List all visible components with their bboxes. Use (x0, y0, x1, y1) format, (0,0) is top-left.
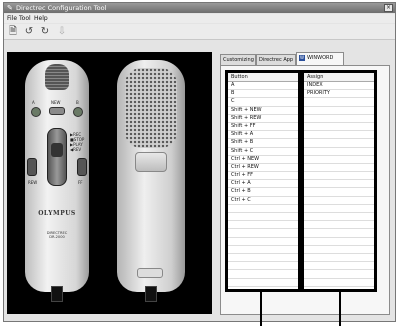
button-new-label: NEW (51, 100, 61, 105)
button-empty-row (228, 213, 298, 222)
menu-bar: File Tool Help (4, 14, 395, 23)
new-document-icon[interactable]: 🗎 (7, 26, 19, 38)
assign-row[interactable] (304, 107, 374, 115)
speaker-grille (125, 68, 177, 148)
usb-connector (51, 286, 63, 302)
button-empty-row (228, 279, 298, 287)
assign-row[interactable] (304, 164, 374, 173)
word-icon: W (299, 54, 305, 61)
download-icon[interactable]: ⇩ (56, 26, 68, 38)
device-button-new (49, 107, 65, 115)
assign-row[interactable] (304, 172, 374, 181)
menu-help[interactable]: Help (34, 15, 48, 22)
usb-connector-back (145, 286, 157, 302)
button-row[interactable]: C (228, 98, 298, 107)
button-row[interactable]: Ctrl + C (228, 197, 298, 205)
menu-tool[interactable]: Tool (19, 15, 31, 22)
close-button[interactable]: × (384, 4, 393, 12)
recorder-front-image: A NEW B ▶REC ■STOP ▶PLAY ◀REV REW FF OLY… (25, 60, 89, 302)
button-row[interactable]: Shift + FF (228, 123, 298, 132)
assign-empty-row (304, 213, 374, 222)
button-empty-row (228, 238, 298, 246)
assign-list[interactable]: Assign INDEX PRIORITY (301, 70, 377, 292)
button-row[interactable]: Shift + B (228, 139, 298, 148)
button-row[interactable]: Ctrl + A (228, 180, 298, 189)
device-button-rew (27, 158, 37, 176)
slide-switch (47, 128, 67, 186)
button-empty-row (228, 221, 298, 230)
app-icon: ✎ (7, 4, 13, 12)
tab-directrec-app[interactable]: Directrec App (256, 54, 296, 65)
assign-row[interactable] (304, 148, 374, 156)
button-row[interactable]: B (228, 90, 298, 99)
assign-row[interactable] (304, 139, 374, 148)
model-name: DIRECTREC DR-2000 (46, 231, 68, 240)
assign-empty-row (304, 279, 374, 287)
tab-winword[interactable]: W WINWORD (296, 52, 344, 65)
assign-empty-row (304, 270, 374, 279)
assign-row[interactable] (304, 156, 374, 164)
microphone-grille (45, 64, 69, 90)
assign-empty-row (304, 229, 374, 238)
callout-line-button (260, 292, 262, 326)
toolbar: 🗎 ↺ ↻ ⇩ (4, 24, 395, 40)
assign-empty-row (304, 246, 374, 254)
battery-cover (137, 268, 163, 278)
button-b-label: B (76, 100, 79, 105)
assign-row[interactable] (304, 123, 374, 132)
assign-empty-row (304, 254, 374, 263)
callout-line-assign (339, 292, 341, 326)
device-button-ff (77, 158, 87, 176)
button-list[interactable]: Button A B C Shift + NEW Shift + REW Shift + … (225, 70, 301, 292)
button-row[interactable]: Ctrl + NEW (228, 156, 298, 164)
device-button-a (31, 107, 41, 117)
assign-row[interactable] (304, 98, 374, 107)
assign-row[interactable] (304, 197, 374, 205)
assign-row[interactable] (304, 188, 374, 197)
assign-row[interactable] (304, 115, 374, 123)
button-empty-row (228, 262, 298, 271)
assign-empty-row (304, 205, 374, 213)
assign-row[interactable] (304, 180, 374, 189)
brand-logo: OLYMPUS (38, 210, 76, 217)
device-button-b (73, 107, 83, 117)
button-rew-label: REW (28, 180, 38, 185)
button-row[interactable]: Shift + REW (228, 115, 298, 123)
clip-plate (135, 152, 167, 172)
slider-label-rev: ◀REV (70, 147, 82, 152)
button-empty-row (228, 229, 298, 238)
assign-empty-row (304, 221, 374, 230)
button-row[interactable]: Shift + A (228, 131, 298, 140)
open-icon[interactable]: ↺ (23, 26, 35, 38)
assign-empty-row (304, 238, 374, 246)
button-column-header[interactable]: Button (228, 73, 298, 82)
button-row[interactable]: Ctrl + FF (228, 172, 298, 181)
window-title: Directrec Configuration Tool (16, 4, 107, 12)
button-empty-row (228, 205, 298, 213)
assign-row[interactable]: INDEX (304, 82, 374, 91)
assign-row[interactable] (304, 131, 374, 140)
assign-empty-row (304, 262, 374, 271)
tab-customizing[interactable]: Customizing (220, 54, 256, 65)
button-empty-row (228, 254, 298, 263)
menu-file[interactable]: File (7, 15, 17, 22)
button-empty-row (228, 246, 298, 254)
button-empty-row (228, 270, 298, 279)
button-row[interactable]: Ctrl + B (228, 188, 298, 197)
button-row[interactable]: Shift + NEW (228, 107, 298, 115)
button-row[interactable]: Ctrl + REW (228, 164, 298, 173)
save-icon[interactable]: ↻ (39, 26, 51, 38)
recorder-back-image (117, 60, 185, 302)
device-image-panel: A NEW B ▶REC ■STOP ▶PLAY ◀REV REW FF OLY… (7, 52, 212, 314)
button-ff-label: FF (78, 180, 83, 185)
assign-row[interactable]: PRIORITY (304, 90, 374, 99)
title-bar: ✎ Directrec Configuration Tool × (4, 3, 395, 13)
button-row[interactable]: A (228, 82, 298, 91)
button-row[interactable]: Shift + C (228, 148, 298, 156)
winword-tab-panel: Button A B C Shift + NEW Shift + REW Shift + … (220, 65, 390, 315)
assign-column-header[interactable]: Assign (304, 73, 374, 82)
button-a-label: A (32, 100, 35, 105)
